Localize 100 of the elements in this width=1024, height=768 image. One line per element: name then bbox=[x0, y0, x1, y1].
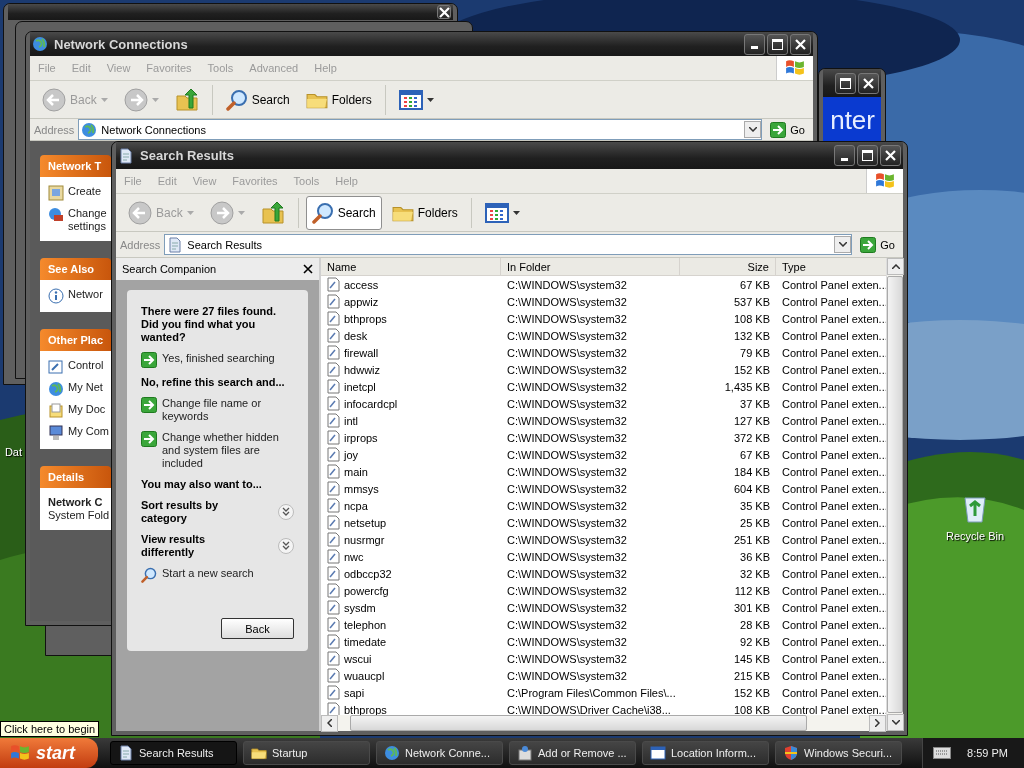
file-name[interactable]: infocardcpl bbox=[344, 397, 398, 410]
search-button[interactable]: Search bbox=[305, 195, 382, 230]
table-cell-text: 67 KB bbox=[739, 447, 771, 463]
column-header[interactable]: In Folder bbox=[501, 258, 680, 276]
table-cell-text: Control Panel exten... bbox=[781, 498, 886, 514]
column-header[interactable]: Name bbox=[321, 258, 501, 276]
table-cell-text: C:\WINDOWS\system32 bbox=[506, 464, 628, 480]
maximize-button[interactable] bbox=[835, 72, 856, 94]
file-name[interactable]: ncpa bbox=[344, 499, 368, 512]
address-field[interactable]: Network Connections bbox=[78, 119, 763, 140]
task-pane-header[interactable]: Network T bbox=[40, 155, 111, 177]
companion-link[interactable]: Yes, finished searching bbox=[141, 352, 294, 368]
file-icon bbox=[327, 413, 340, 428]
scroll-up-button[interactable] bbox=[887, 258, 904, 275]
file-name[interactable]: netsetup bbox=[344, 516, 387, 529]
address-field[interactable]: Search Results bbox=[164, 234, 853, 255]
close-button[interactable] bbox=[880, 145, 901, 166]
close-button[interactable] bbox=[437, 5, 451, 19]
scroll-right-button[interactable] bbox=[869, 714, 886, 732]
file-name[interactable]: firewall bbox=[344, 346, 379, 359]
taskbar-button[interactable]: Search Results bbox=[110, 741, 237, 765]
file-icon bbox=[327, 311, 340, 326]
file-name[interactable]: nwc bbox=[344, 550, 364, 563]
file-name[interactable]: nusrmgr bbox=[344, 533, 385, 546]
maximize-button[interactable] bbox=[767, 33, 788, 55]
taskbar-button[interactable]: Add or Remove ... bbox=[509, 741, 636, 765]
file-name[interactable]: sysdm bbox=[344, 601, 376, 614]
companion-link[interactable]: Change file name or keywords bbox=[141, 397, 294, 423]
file-name[interactable]: timedate bbox=[344, 635, 387, 648]
search-button[interactable]: Search bbox=[219, 82, 296, 117]
companion-option[interactable]: Sort results by category bbox=[141, 499, 294, 525]
file-icon bbox=[327, 328, 340, 343]
maximize-button[interactable] bbox=[857, 145, 878, 166]
file-name[interactable]: main bbox=[344, 465, 368, 478]
table-cell-text: Control Panel exten... bbox=[781, 379, 886, 395]
close-button[interactable] bbox=[790, 33, 811, 55]
table-cell-text: Control Panel exten... bbox=[781, 430, 886, 446]
scroll-thumb[interactable] bbox=[350, 715, 807, 731]
column-header[interactable]: Type bbox=[776, 258, 886, 276]
file-name[interactable]: odbccp32 bbox=[344, 567, 392, 580]
back-button[interactable]: Back bbox=[221, 618, 294, 639]
dropdown-button[interactable] bbox=[744, 121, 762, 138]
file-name[interactable]: inetcpl bbox=[344, 380, 376, 393]
table-cell-text: 37 KB bbox=[739, 396, 771, 412]
file-name[interactable]: joy bbox=[344, 448, 359, 461]
table-cell-text: C:\WINDOWS\system32 bbox=[506, 532, 628, 548]
task-pane-header[interactable]: Other Plac bbox=[40, 329, 111, 351]
task-link[interactable]: Control bbox=[68, 359, 104, 372]
arrow-icon bbox=[141, 397, 157, 413]
search-icon bbox=[311, 201, 334, 224]
go-button[interactable]: Go bbox=[766, 119, 809, 140]
taskbar-button[interactable]: Windows Securi... bbox=[775, 741, 902, 765]
scroll-left-button[interactable] bbox=[321, 714, 338, 732]
task-link[interactable]: Create bbox=[68, 185, 102, 198]
file-name[interactable]: bthprops bbox=[344, 703, 387, 715]
file-name[interactable]: wscui bbox=[344, 652, 372, 665]
task-link[interactable]: My Net bbox=[68, 381, 103, 394]
folders-button[interactable]: Folders bbox=[385, 195, 464, 230]
companion-link[interactable]: Change whether hidden and system files are included bbox=[141, 431, 294, 470]
task-link[interactable]: My Com bbox=[68, 425, 109, 438]
column-header[interactable]: Size bbox=[680, 258, 776, 276]
taskbar-button[interactable]: Startup bbox=[243, 741, 370, 765]
table-cell-text: 67 KB bbox=[739, 277, 771, 293]
close-button[interactable] bbox=[858, 72, 879, 94]
table-cell-text: C:\WINDOWS\system32 bbox=[506, 362, 628, 378]
new-search-link[interactable]: Start a new search bbox=[141, 567, 294, 583]
file-name[interactable]: bthprops bbox=[344, 312, 387, 325]
caret-icon bbox=[512, 210, 520, 215]
start-button[interactable]: start bbox=[0, 738, 98, 768]
file-name[interactable]: hdwwiz bbox=[344, 363, 381, 376]
taskbar-button[interactable]: Location Inform... bbox=[642, 741, 769, 765]
file-name[interactable]: desk bbox=[344, 329, 368, 342]
minimize-button[interactable] bbox=[744, 33, 765, 55]
file-name[interactable]: irprops bbox=[344, 431, 378, 444]
horizontal-scrollbar[interactable] bbox=[321, 715, 886, 731]
file-name[interactable]: telephon bbox=[344, 618, 387, 631]
minimize-button[interactable] bbox=[834, 145, 855, 166]
file-name[interactable]: intl bbox=[344, 414, 359, 427]
program-box-icon bbox=[517, 745, 533, 761]
task-link[interactable]: My Doc bbox=[68, 403, 106, 416]
file-name[interactable]: mmsys bbox=[344, 482, 379, 495]
dropdown-button[interactable] bbox=[834, 236, 852, 253]
companion-option[interactable]: View results differently bbox=[141, 533, 294, 559]
task-link[interactable]: Networ bbox=[68, 288, 103, 301]
task-link[interactable]: Change settings bbox=[68, 207, 111, 233]
table-cell-text: Control Panel exten... bbox=[781, 396, 886, 412]
file-name[interactable]: appwiz bbox=[344, 295, 379, 308]
file-name[interactable]: wuaucpl bbox=[344, 669, 385, 682]
scroll-down-button[interactable] bbox=[887, 714, 904, 731]
table-cell-text: 132 KB bbox=[732, 328, 771, 344]
folders-button[interactable]: Folders bbox=[299, 82, 378, 117]
file-name[interactable]: access bbox=[344, 278, 379, 291]
go-button[interactable]: Go bbox=[856, 234, 899, 255]
table-cell-text: 127 KB bbox=[732, 413, 771, 429]
table-cell-text: 92 KB bbox=[739, 634, 771, 650]
file-icon bbox=[327, 447, 340, 462]
taskbar-button[interactable]: Network Conne... bbox=[376, 741, 503, 765]
table-cell-text: Control Panel exten... bbox=[781, 481, 886, 497]
file-name[interactable]: sapi bbox=[344, 686, 365, 699]
file-name[interactable]: powercfg bbox=[344, 584, 389, 597]
